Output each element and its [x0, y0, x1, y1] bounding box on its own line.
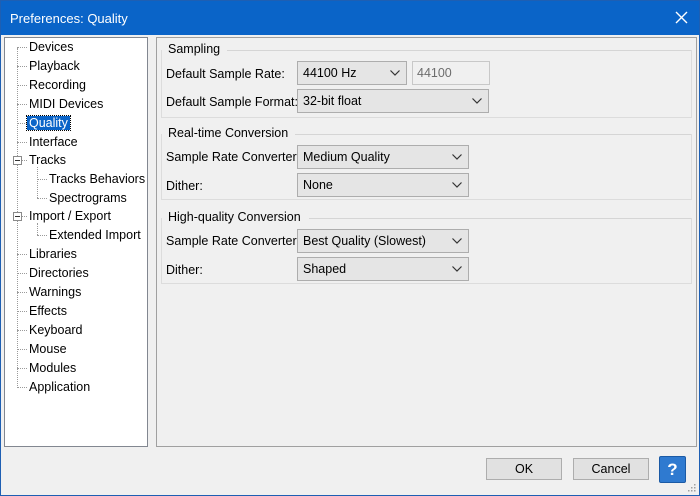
- tree-connector: [17, 292, 27, 293]
- tree-item-quality[interactable]: Quality: [26, 114, 71, 132]
- tree-item-effects[interactable]: Effects: [27, 302, 69, 320]
- tree-connector: [37, 235, 47, 236]
- tree-connector: [17, 104, 27, 105]
- tree-connector: [17, 66, 27, 67]
- preferences-window: Preferences: Quality Devices Playback Re…: [0, 0, 700, 496]
- tree-item-extended-import[interactable]: Extended Import: [47, 226, 143, 244]
- chevron-down-icon: [452, 182, 462, 188]
- tree-connector: [17, 85, 27, 86]
- default-sample-rate-label: Default Sample Rate:: [166, 67, 285, 81]
- tree-item-warnings[interactable]: Warnings: [27, 283, 83, 301]
- ok-button[interactable]: OK: [486, 458, 562, 480]
- chevron-down-icon: [452, 238, 462, 244]
- highquality-dither-dropdown[interactable]: Shaped: [297, 257, 469, 281]
- tree-item-playback[interactable]: Playback: [27, 57, 82, 75]
- highquality-dither-label: Dither:: [166, 263, 203, 277]
- realtime-dither-dropdown[interactable]: None: [297, 173, 469, 197]
- tree-item-spectrograms[interactable]: Spectrograms: [47, 189, 129, 207]
- chevron-down-icon: [452, 266, 462, 272]
- tree-item-tracks[interactable]: Tracks: [27, 151, 68, 169]
- collapse-import-export-icon[interactable]: [13, 212, 22, 221]
- tree-connector: [37, 179, 47, 180]
- realtime-converter-label: Sample Rate Converter:: [166, 150, 301, 164]
- tree-connector: [17, 123, 27, 124]
- tree-item-libraries[interactable]: Libraries: [27, 245, 79, 263]
- tree-item-recording[interactable]: Recording: [27, 76, 88, 94]
- tree-item-directories[interactable]: Directories: [27, 264, 91, 282]
- tree-connector: [17, 47, 27, 48]
- collapse-tracks-icon[interactable]: [13, 156, 22, 165]
- chevron-down-icon: [472, 98, 482, 104]
- preferences-tree[interactable]: Devices Playback Recording MIDI Devices …: [4, 37, 148, 447]
- tree-connector: [17, 368, 27, 369]
- tree-item-mouse[interactable]: Mouse: [27, 340, 69, 358]
- tree-item-application[interactable]: Application: [27, 378, 92, 396]
- highquality-converter-dropdown[interactable]: Best Quality (Slowest): [297, 229, 469, 253]
- tree-item-import-export[interactable]: Import / Export: [27, 207, 113, 225]
- tree-connector: [17, 387, 27, 388]
- tree-connector: [17, 142, 27, 143]
- tree-connector: [37, 167, 38, 198]
- tree-connector: [17, 349, 27, 350]
- tree-connector: [37, 198, 47, 199]
- cancel-button[interactable]: Cancel: [573, 458, 649, 480]
- title-bar: Preferences: Quality: [1, 1, 699, 35]
- tree-connector: [17, 330, 27, 331]
- tree-connector: [17, 311, 27, 312]
- tree-item-midi-devices[interactable]: MIDI Devices: [27, 95, 105, 113]
- sample-rate-dropdown[interactable]: 44100 Hz: [297, 61, 407, 85]
- tree-item-devices[interactable]: Devices: [27, 38, 75, 56]
- realtime-converter-dropdown[interactable]: Medium Quality: [297, 145, 469, 169]
- close-icon: [675, 11, 688, 24]
- tree-item-tracks-behaviors[interactable]: Tracks Behaviors: [47, 170, 147, 188]
- default-sample-format-label: Default Sample Format:: [166, 95, 298, 109]
- help-button[interactable]: ?: [659, 456, 686, 483]
- tree-connector: [17, 273, 27, 274]
- chevron-down-icon: [452, 154, 462, 160]
- window-title: Preferences: Quality: [10, 11, 128, 26]
- sample-rate-input[interactable]: 44100: [412, 61, 490, 85]
- tree-item-modules[interactable]: Modules: [27, 359, 78, 377]
- close-button[interactable]: [665, 1, 699, 35]
- tree-item-keyboard[interactable]: Keyboard: [27, 321, 85, 339]
- chevron-down-icon: [390, 70, 400, 76]
- settings-pane: Sampling Default Sample Rate: 44100 Hz 4…: [156, 37, 697, 447]
- resize-grip-icon[interactable]: [687, 483, 696, 492]
- highquality-converter-label: Sample Rate Converter:: [166, 234, 301, 248]
- tree-connector: [17, 254, 27, 255]
- tree-item-interface[interactable]: Interface: [27, 133, 80, 151]
- sample-format-dropdown[interactable]: 32-bit float: [297, 89, 489, 113]
- realtime-dither-label: Dither:: [166, 179, 203, 193]
- help-icon: ?: [667, 460, 678, 479]
